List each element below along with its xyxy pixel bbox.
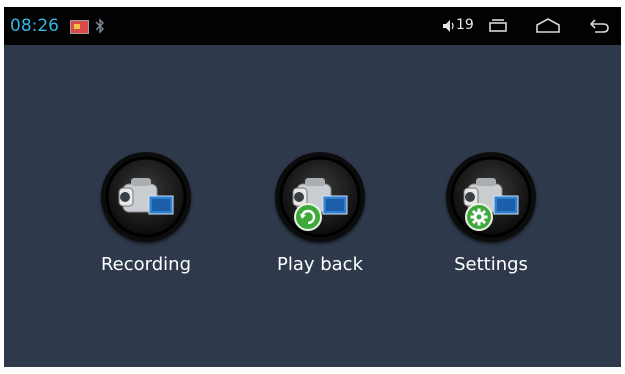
settings-label: Settings [454,254,528,275]
clock: 08:26 [10,16,59,36]
playback-label: Play back [276,254,364,275]
home-icon[interactable] [535,16,561,36]
recording-label: Recording [100,254,192,275]
volume-icon [443,20,454,32]
recent-apps-icon[interactable] [487,16,509,36]
recording-button[interactable] [101,152,191,242]
camcorder-settings-icon [450,156,532,238]
bluetooth-icon [95,18,104,34]
playback-button[interactable] [275,152,365,242]
camcorder-icon [105,156,187,238]
volume-level: 19 [456,17,474,33]
camcorder-playback-icon [279,156,361,238]
playback-app[interactable]: Play back [250,152,390,292]
sd-card-icon [70,20,89,34]
status-bar: 08:26 19 [4,7,621,45]
settings-button[interactable] [446,152,536,242]
recording-app[interactable]: Recording [76,152,216,292]
settings-app[interactable]: Settings [421,152,561,292]
back-icon[interactable] [587,16,611,36]
screen: 08:26 19 Recording Play back Settings [4,7,621,367]
